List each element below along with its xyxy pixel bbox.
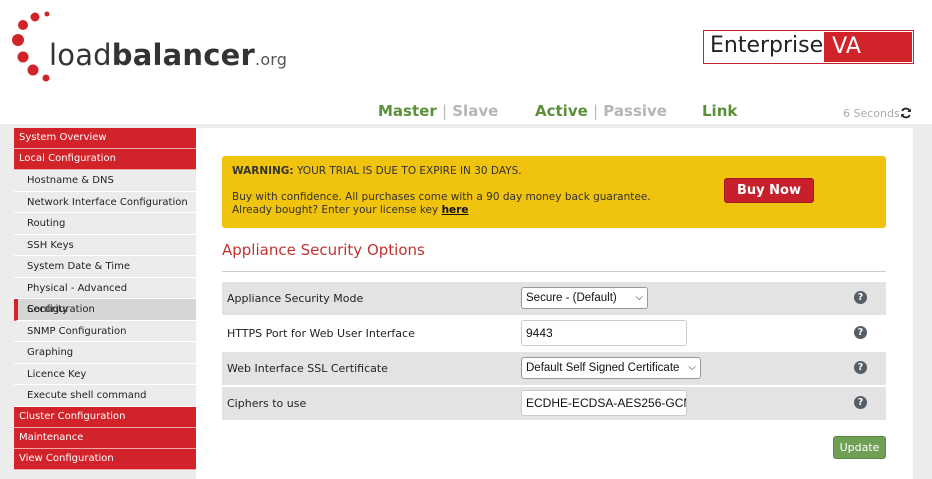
status-link: Link: [702, 102, 738, 120]
help-icon[interactable]: ?: [854, 326, 867, 339]
refresh-interval: 6 Seconds: [843, 107, 900, 120]
license-key-link[interactable]: here: [442, 204, 469, 216]
sidebar-item-maintenance[interactable]: Maintenance: [14, 427, 196, 449]
app-window: loadbalancer.org Enterprise VA 10G Maste…: [0, 0, 932, 479]
status-passive: Passive: [603, 102, 667, 120]
https-port-label: HTTPS Port for Web User Interface: [227, 327, 415, 340]
sidebar-item-physical-advanced[interactable]: Physical - Advanced Configuration: [14, 277, 196, 315]
security-mode-select[interactable]: Secure - (Default) ⌵: [521, 287, 648, 309]
ciphers-label: Ciphers to use: [227, 397, 307, 410]
sidebar-item-local-configuration[interactable]: Local Configuration: [14, 149, 196, 170]
form-row-security-mode: Appliance Security Mode Secure - (Defaul…: [222, 282, 886, 315]
form-row-ssl-certificate: Web Interface SSL Certificate Default Se…: [222, 352, 886, 385]
sidebar-nav: System Overview Local Configuration Host…: [14, 128, 196, 470]
trial-warning-banner: WARNING: YOUR TRIAL IS DUE TO EXPIRE IN …: [222, 156, 886, 228]
form-row-https-port: HTTPS Port for Web User Interface 9443 ?: [222, 317, 886, 350]
edition-model: VA 10G: [824, 32, 912, 89]
buy-now-button[interactable]: Buy Now: [724, 178, 814, 203]
sidebar-item-security[interactable]: Security: [14, 299, 196, 321]
logo-wordmark: loadbalancer.org: [49, 38, 288, 72]
sidebar-item-shell-command[interactable]: Execute shell command: [14, 385, 196, 407]
help-icon[interactable]: ?: [854, 361, 867, 374]
sidebar-item-snmp[interactable]: SNMP Configuration: [14, 320, 196, 342]
form-row-ciphers: Ciphers to use ECDHE-ECDSA-AES256-GCM ?: [222, 387, 886, 420]
sidebar-item-ssh-keys[interactable]: SSH Keys: [14, 234, 196, 256]
help-icon[interactable]: ?: [854, 291, 867, 304]
edition-badge: Enterprise VA 10G: [703, 30, 914, 89]
security-mode-label: Appliance Security Mode: [227, 292, 364, 305]
sidebar-item-hostname-dns[interactable]: Hostname & DNS: [14, 170, 196, 192]
sidebar-item-routing[interactable]: Routing: [14, 213, 196, 235]
refresh-icon[interactable]: [900, 107, 912, 123]
chevron-down-icon: ⌵: [688, 362, 696, 373]
https-port-input[interactable]: 9443: [521, 320, 687, 346]
sidebar-item-licence-key[interactable]: Licence Key: [14, 363, 196, 385]
ciphers-input[interactable]: ECDHE-ECDSA-AES256-GCM: [521, 390, 687, 416]
status-master: Master: [378, 102, 437, 120]
active-passive-status[interactable]: Active | Passive: [535, 102, 667, 120]
sidebar-item-network-interface[interactable]: Network Interface Configuration: [14, 191, 196, 213]
page-title: Appliance Security Options: [222, 241, 425, 259]
status-slave: Slave: [452, 102, 499, 120]
update-button[interactable]: Update: [833, 436, 886, 459]
status-active: Active: [535, 102, 588, 120]
chevron-down-icon: ⌵: [635, 292, 643, 303]
link-status[interactable]: Link: [702, 102, 737, 120]
help-icon[interactable]: ?: [854, 396, 867, 409]
sidebar-item-cluster-configuration[interactable]: Cluster Configuration: [14, 406, 196, 428]
logo[interactable]: loadbalancer.org: [10, 8, 287, 88]
warning-title: WARNING: YOUR TRIAL IS DUE TO EXPIRE IN …: [232, 165, 522, 177]
divider: [222, 271, 886, 272]
sidebar-item-system-overview[interactable]: System Overview: [14, 128, 196, 149]
edition-name: Enterprise: [704, 31, 824, 63]
sidebar-item-graphing[interactable]: Graphing: [14, 342, 196, 364]
master-slave-status[interactable]: Master | Slave: [378, 102, 498, 120]
logo-dots-icon: [12, 11, 50, 82]
main-panel: WARNING: YOUR TRIAL IS DUE TO EXPIRE IN …: [196, 128, 913, 479]
sidebar-item-view-configuration[interactable]: View Configuration: [14, 448, 196, 470]
warning-body: Buy with confidence. All purchases come …: [232, 191, 651, 216]
ssl-certificate-label: Web Interface SSL Certificate: [227, 362, 388, 375]
sidebar-item-date-time[interactable]: System Date & Time: [14, 256, 196, 278]
ssl-certificate-select[interactable]: Default Self Signed Certificate ⌵: [521, 357, 701, 379]
